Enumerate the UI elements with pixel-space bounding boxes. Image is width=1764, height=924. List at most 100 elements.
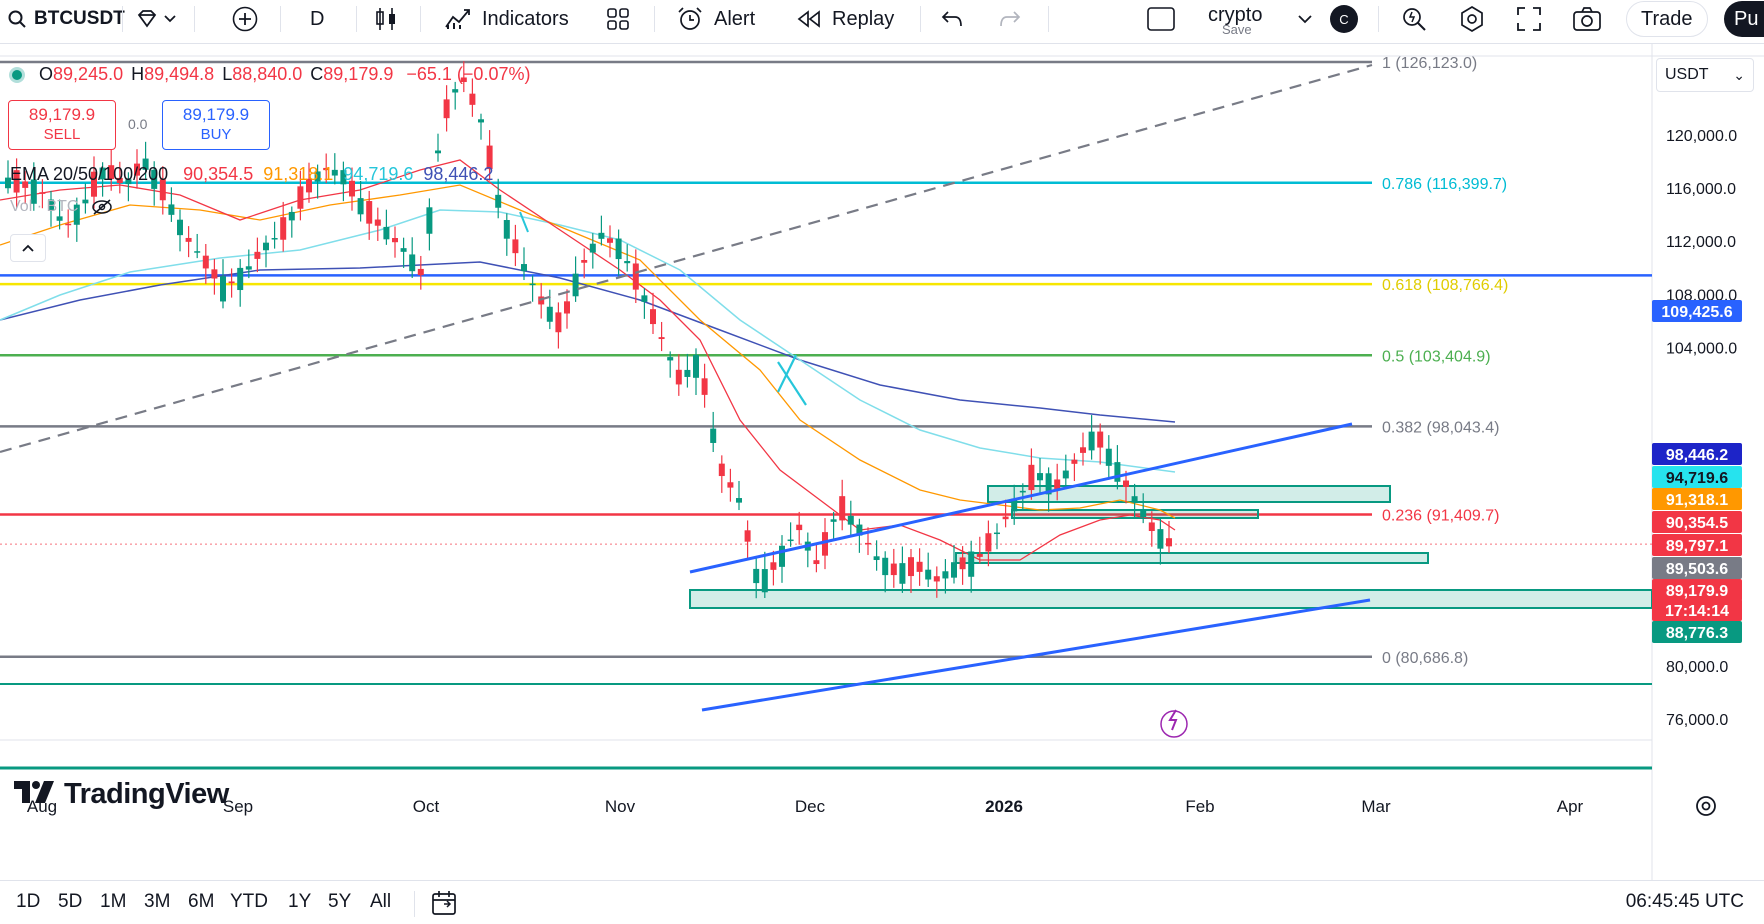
trade-button[interactable]: Trade: [1626, 1, 1708, 37]
candle[interactable]: [1105, 435, 1112, 480]
lightning-icon[interactable]: [1160, 709, 1188, 738]
candle[interactable]: [744, 520, 751, 559]
chart-type-button[interactable]: [374, 0, 398, 38]
candle[interactable]: [280, 201, 287, 252]
range-3m[interactable]: 3M: [144, 891, 170, 913]
candle[interactable]: [400, 237, 407, 268]
candle[interactable]: [211, 258, 218, 295]
fullscreen-button[interactable]: [1516, 0, 1542, 38]
candle[interactable]: [512, 224, 519, 267]
candle[interactable]: [847, 500, 854, 537]
range-1d[interactable]: 1D: [16, 891, 40, 913]
candle[interactable]: [383, 209, 390, 245]
range-all[interactable]: All: [370, 891, 391, 913]
candle[interactable]: [1097, 423, 1104, 465]
candle[interactable]: [624, 244, 631, 272]
candle[interactable]: [942, 559, 949, 594]
publish-button[interactable]: Pu: [1724, 1, 1764, 37]
candle[interactable]: [658, 321, 665, 352]
candle[interactable]: [830, 511, 837, 539]
candle[interactable]: [1114, 445, 1121, 490]
range-ytd[interactable]: YTD: [230, 891, 268, 913]
candle[interactable]: [615, 229, 622, 276]
compare-symbol-button[interactable]: [232, 0, 258, 38]
candle[interactable]: [555, 302, 562, 349]
candle[interactable]: [925, 552, 932, 588]
currency-select[interactable]: USDT ⌄: [1656, 58, 1754, 92]
lower-channel-line[interactable]: [701, 598, 1371, 712]
candle[interactable]: [581, 248, 588, 279]
candle[interactable]: [804, 532, 811, 568]
candle[interactable]: [168, 187, 175, 222]
candle[interactable]: [770, 550, 777, 586]
volume-legend[interactable]: Vol · BTC: [10, 198, 113, 216]
candle[interactable]: [787, 522, 794, 547]
candle[interactable]: [710, 411, 717, 453]
candle[interactable]: [263, 235, 269, 268]
collapse-legend-button[interactable]: [10, 234, 46, 262]
candle[interactable]: [503, 213, 510, 256]
layout-button[interactable]: [1146, 0, 1176, 38]
candle[interactable]: [435, 133, 441, 162]
candle[interactable]: [684, 353, 691, 388]
tradingview-logo[interactable]: TradingView: [14, 778, 229, 811]
candle[interactable]: [736, 480, 742, 511]
sell-button[interactable]: 89,179.9 SELL: [8, 100, 116, 150]
ema-100-line[interactable]: [0, 209, 1176, 473]
candle[interactable]: [426, 198, 433, 251]
candle[interactable]: [675, 354, 682, 396]
indicators-button[interactable]: Indicators: [444, 0, 569, 38]
candle[interactable]: [529, 275, 536, 302]
candle[interactable]: [177, 209, 183, 252]
candle[interactable]: [718, 455, 725, 493]
candle[interactable]: [288, 206, 295, 238]
candle[interactable]: [194, 233, 201, 259]
zone-rectangle[interactable]: [955, 552, 1429, 564]
clock[interactable]: 06:45:45 UTC: [1626, 891, 1744, 913]
candle[interactable]: [572, 256, 579, 302]
templates-button[interactable]: [606, 0, 630, 38]
undo-button[interactable]: [940, 0, 964, 38]
candle[interactable]: [478, 113, 484, 140]
candle[interactable]: [237, 259, 244, 307]
candle[interactable]: [693, 348, 699, 395]
candle[interactable]: [1045, 467, 1052, 512]
snapshot-button[interactable]: [1572, 0, 1602, 38]
ema-50-line[interactable]: [0, 184, 1176, 519]
candle[interactable]: [271, 221, 278, 249]
alert-button[interactable]: Alert: [676, 0, 755, 38]
goto-date-icon[interactable]: [430, 889, 458, 922]
candle[interactable]: [701, 363, 708, 408]
candle[interactable]: [951, 544, 957, 584]
layout-menu-button[interactable]: [1298, 0, 1312, 38]
candle[interactable]: [641, 287, 648, 319]
candle[interactable]: [916, 548, 923, 586]
replay-button[interactable]: Replay: [796, 0, 894, 38]
save-label[interactable]: Save: [1222, 22, 1252, 37]
candle[interactable]: [727, 468, 734, 502]
candle[interactable]: [185, 226, 192, 258]
candle[interactable]: [882, 551, 889, 593]
candle[interactable]: [452, 81, 459, 110]
candle[interactable]: [409, 237, 416, 278]
candle[interactable]: [813, 543, 820, 573]
interval-button[interactable]: D: [310, 0, 324, 38]
candle[interactable]: [245, 249, 252, 279]
zone-rectangle[interactable]: [689, 589, 1653, 609]
candle[interactable]: [538, 283, 545, 319]
candle[interactable]: [1071, 453, 1078, 482]
candle[interactable]: [1088, 415, 1095, 460]
candle[interactable]: [392, 226, 398, 258]
avatar[interactable]: C: [1330, 5, 1358, 33]
candle[interactable]: [873, 540, 880, 571]
candle[interactable]: [564, 289, 570, 329]
candle[interactable]: [908, 548, 914, 593]
axis-settings-icon[interactable]: [1696, 796, 1716, 816]
candle[interactable]: [220, 259, 226, 309]
candle[interactable]: [839, 479, 846, 531]
candle[interactable]: [1166, 520, 1172, 553]
candle[interactable]: [968, 540, 975, 593]
candle[interactable]: [589, 233, 596, 269]
range-5y[interactable]: 5Y: [328, 891, 351, 913]
candle[interactable]: [357, 181, 364, 222]
